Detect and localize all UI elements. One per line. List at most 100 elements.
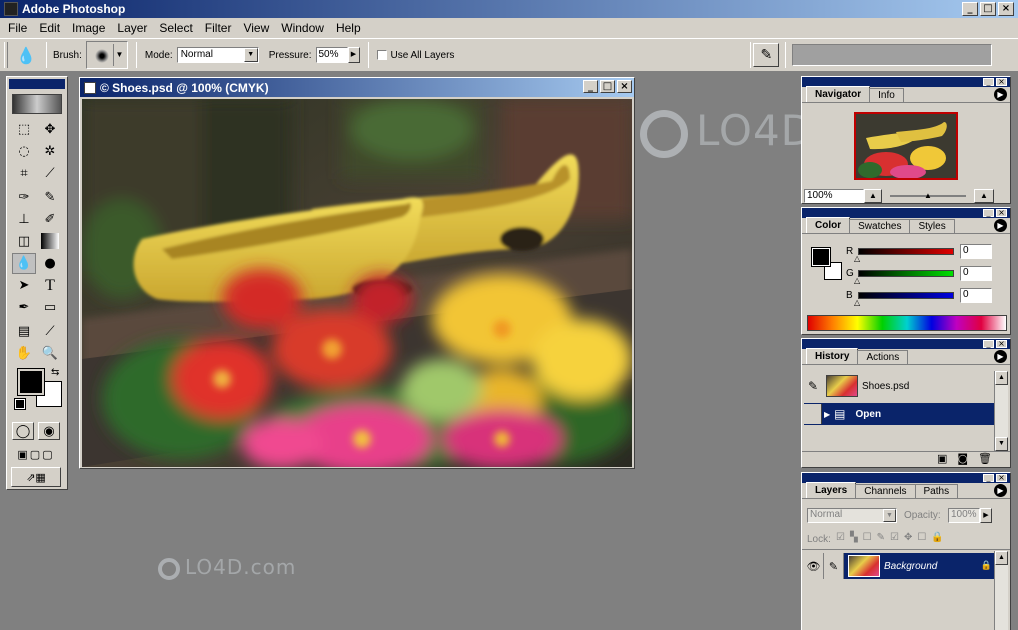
slice-tool-icon[interactable]: ⟋ [38, 163, 62, 184]
history-scrollbar[interactable]: ▲ ▼ [994, 371, 1008, 451]
menu-select[interactable]: Select [153, 21, 198, 35]
layer-row-background[interactable]: 👁 ✎ Background 🔒 [804, 553, 994, 579]
layer-visibility-eye-icon[interactable]: 👁 [804, 553, 824, 579]
chevron-right-icon[interactable]: ▶ [980, 508, 992, 523]
blur-tool-icon[interactable]: 💧 [12, 253, 36, 274]
tab-history[interactable]: History [806, 348, 859, 364]
opacity-input[interactable]: 100% [948, 508, 980, 523]
tab-layers[interactable]: Layers [806, 482, 857, 498]
pen-tool-icon[interactable]: ✒ [12, 297, 36, 318]
image-canvas[interactable] [82, 99, 632, 467]
move-tool-icon[interactable]: ✥ [38, 119, 62, 140]
default-colors-icon[interactable] [14, 398, 26, 410]
panel-close-button[interactable]: × [996, 209, 1007, 217]
quick-mask-mode-icon[interactable]: ◉ [38, 422, 60, 440]
panel-menu-icon[interactable]: ▶ [994, 484, 1007, 497]
maximize-button[interactable]: □ [980, 2, 996, 16]
panel-minimize-button[interactable]: _ [983, 209, 994, 217]
slider-thumb-icon[interactable]: ▲ [924, 191, 932, 200]
chevron-down-icon[interactable]: ▼ [112, 44, 125, 66]
options-grip[interactable] [4, 42, 8, 68]
type-tool-icon[interactable]: T [38, 275, 62, 296]
history-snapshot-row[interactable]: ✎ Shoes.psd [804, 371, 994, 401]
dodge-tool-icon[interactable]: ● [38, 253, 62, 274]
menu-file[interactable]: File [2, 21, 33, 35]
layers-scrollbar[interactable]: ▲ [994, 551, 1008, 630]
eyedropper-tool-icon[interactable]: ⟋ [38, 321, 62, 342]
gradient-tool-icon[interactable] [41, 233, 59, 249]
palette-well[interactable] [792, 44, 993, 66]
marquee-tool-icon[interactable]: ⬚ [12, 119, 36, 140]
panel-close-button[interactable]: × [996, 78, 1007, 86]
tab-actions[interactable]: Actions [857, 350, 909, 364]
rectangle-tool-icon[interactable]: ▭ [38, 297, 62, 318]
chevron-down-icon[interactable]: ▼ [883, 509, 896, 522]
lock-position-checkbox[interactable]: ☑ [890, 532, 899, 543]
menu-filter[interactable]: Filter [199, 21, 238, 35]
tab-color[interactable]: Color [806, 217, 851, 233]
channel-b-slider[interactable] [858, 292, 954, 299]
slider-thumb-icon[interactable]: △ [854, 276, 860, 285]
doc-minimize-button[interactable]: _ [583, 80, 598, 93]
tab-navigator[interactable]: Navigator [806, 86, 871, 102]
path-selection-tool-icon[interactable]: ➤ [12, 275, 36, 296]
color-foreground-swatch[interactable] [811, 247, 831, 267]
doc-maximize-button[interactable]: □ [600, 80, 615, 93]
channel-r-slider[interactable] [858, 248, 954, 255]
menu-edit[interactable]: Edit [33, 21, 66, 35]
lasso-tool-icon[interactable]: ◌ [12, 141, 36, 162]
swap-colors-icon[interactable]: ⇆ [51, 367, 59, 378]
panel-minimize-button[interactable]: _ [983, 340, 994, 348]
panel-menu-icon[interactable]: ▶ [994, 219, 1007, 232]
panel-menu-icon[interactable]: ▶ [994, 350, 1007, 363]
brush-tool-icon[interactable]: ✎ [38, 187, 62, 208]
zoom-in-icon[interactable]: ▲ [974, 189, 994, 203]
history-state-open[interactable]: ▶ ▤ Open [804, 403, 994, 425]
menu-window[interactable]: Window [275, 21, 330, 35]
history-brush-source-icon[interactable]: ✎ [804, 379, 822, 393]
brush-picker[interactable]: ▼ [85, 41, 128, 69]
history-brush-tool-icon[interactable]: ✐ [38, 209, 62, 230]
new-document-from-state-icon[interactable]: ▣ [937, 452, 947, 467]
tab-channels[interactable]: Channels [855, 484, 916, 498]
navigator-thumbnail[interactable] [854, 112, 958, 180]
scroll-down-icon[interactable]: ▼ [995, 437, 1008, 451]
clone-stamp-tool-icon[interactable]: ⊥ [12, 209, 36, 230]
menu-help[interactable]: Help [330, 21, 367, 35]
adobe-online-logo-icon[interactable] [12, 94, 62, 114]
slider-thumb-icon[interactable]: △ [854, 298, 860, 307]
panel-menu-icon[interactable]: ▶ [994, 88, 1007, 101]
blur-tool-preset-icon[interactable]: 💧 [12, 42, 40, 68]
doc-close-button[interactable]: × [617, 80, 632, 93]
tab-styles[interactable]: Styles [909, 219, 955, 233]
chevron-down-icon[interactable]: ▼ [243, 48, 258, 62]
delete-state-icon[interactable]: 🗑 [978, 452, 992, 467]
menu-layer[interactable]: Layer [111, 21, 153, 35]
menu-image[interactable]: Image [66, 21, 111, 35]
menu-view[interactable]: View [237, 21, 275, 35]
panel-minimize-button[interactable]: _ [983, 474, 994, 482]
blend-mode-select[interactable]: Normal ▼ [807, 508, 897, 523]
close-button[interactable]: × [998, 2, 1014, 16]
color-ramp[interactable] [807, 315, 1007, 331]
tab-paths[interactable]: Paths [914, 484, 959, 498]
zoom-tool-icon[interactable]: 🔍 [38, 343, 62, 364]
scroll-up-icon[interactable]: ▲ [995, 551, 1008, 565]
screen-modes-icon[interactable]: ▣▢▢ [11, 445, 61, 463]
document-titlebar[interactable]: © Shoes.psd @ 100% (CMYK) _ □ × [80, 78, 634, 97]
channel-b-input[interactable]: 0 [960, 288, 992, 303]
magic-wand-tool-icon[interactable]: ✲ [38, 141, 62, 162]
panel-close-button[interactable]: × [996, 474, 1007, 482]
layer-name-cell[interactable]: Background 🔒 [844, 553, 994, 579]
tab-swatches[interactable]: Swatches [849, 219, 911, 233]
pressure-input[interactable]: 50% [315, 47, 348, 63]
hand-tool-icon[interactable]: ✋ [12, 343, 36, 364]
panel-close-button[interactable]: × [996, 340, 1007, 348]
navigator-zoom-input[interactable]: 100% [804, 189, 864, 203]
history-state-brush-cell[interactable] [804, 404, 822, 424]
slider-thumb-icon[interactable]: △ [854, 254, 860, 263]
channel-g-slider[interactable] [858, 270, 954, 277]
foreground-color-swatch[interactable] [17, 368, 45, 396]
use-all-layers-checkbox[interactable] [376, 50, 387, 60]
lock-pixels-checkbox[interactable]: ☐ [863, 532, 872, 543]
